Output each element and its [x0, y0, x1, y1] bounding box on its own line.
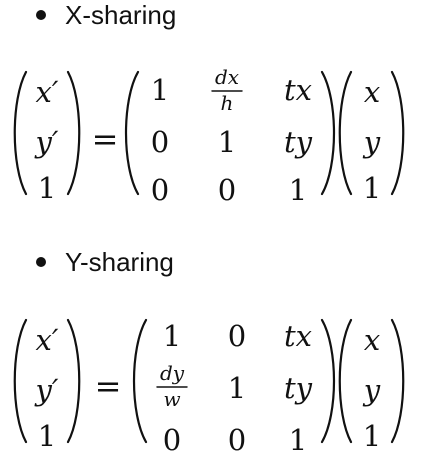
matrix-cell: tx [284, 319, 312, 353]
left-paren [132, 318, 148, 444]
rhs-entry: x [364, 323, 380, 357]
matrix-cell: 1 [163, 319, 181, 353]
matrix-cell: ty [284, 371, 313, 405]
matrix-cell: 0 [228, 319, 246, 353]
matrix-cell: 1 [228, 371, 246, 405]
fraction-numerator: dy [160, 361, 185, 385]
matrix-cell: 1 [289, 423, 307, 457]
lhs-entry: 1 [38, 419, 56, 453]
left-paren [338, 318, 353, 444]
lhs-entry: y′ [34, 373, 59, 407]
right-paren [320, 318, 336, 444]
matrix-cell: 0 [228, 423, 246, 457]
matrix-cell: 0 [163, 423, 181, 457]
equals-sign: = [95, 367, 122, 405]
left-paren [13, 318, 28, 444]
fraction-denominator: w [163, 387, 180, 411]
right-paren [390, 318, 405, 444]
rhs-entry: 1 [363, 419, 381, 453]
rhs-entry: y [362, 373, 381, 407]
right-paren [66, 318, 81, 444]
lhs-entry: x′ [36, 323, 59, 357]
matrix-equation-y-sharing: x′ y′ 1 = 1 0 tx dy w 1 ty 0 0 1 x y 1 [13, 318, 405, 457]
